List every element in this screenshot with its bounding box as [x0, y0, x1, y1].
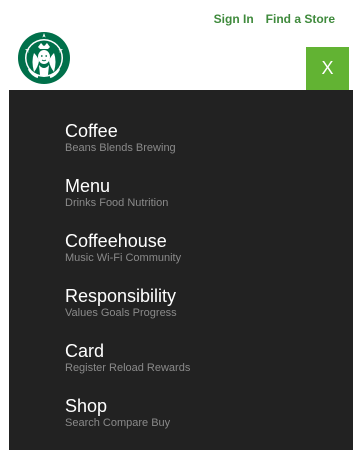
starbucks-siren-logo-icon[interactable]: [17, 31, 71, 85]
top-links: Sign In Find a Store: [214, 12, 335, 26]
menu-item-title: Coffeehouse: [65, 231, 167, 251]
menu-item-subtitle: Music Wi-Fi Community: [65, 252, 182, 264]
menu-item-title: Card: [65, 341, 105, 361]
menu-item-subtitle: Beans Blends Brewing: [65, 142, 176, 154]
menu-item-responsibility[interactable]: Responsibility Values Goals Progress: [65, 286, 190, 341]
close-button-label: X: [321, 58, 334, 78]
menu-item-subtitle: Drinks Food Nutrition: [65, 197, 169, 209]
nav-menu-list: Coffee Beans Blends Brewing Menu Drinks …: [65, 121, 190, 450]
menu-item-title: Shop: [65, 396, 108, 416]
menu-item-title: Coffee: [65, 121, 118, 141]
menu-item-title: Menu: [65, 176, 111, 196]
header: Sign In Find a Store X: [0, 0, 353, 90]
find-a-store-link[interactable]: Find a Store: [266, 12, 335, 26]
menu-item-coffeehouse[interactable]: Coffeehouse Music Wi-Fi Community: [65, 231, 190, 286]
menu-item-title: Responsibility: [65, 286, 177, 306]
nav-menu-panel: Coffee Beans Blends Brewing Menu Drinks …: [9, 90, 353, 450]
menu-item-shop[interactable]: Shop Search Compare Buy: [65, 396, 190, 450]
menu-item-subtitle: Values Goals Progress: [65, 307, 177, 319]
menu-item-subtitle: Register Reload Rewards: [65, 362, 191, 374]
page: Sign In Find a Store X Coffee Beans Blen…: [0, 0, 353, 450]
menu-item-coffee[interactable]: Coffee Beans Blends Brewing: [65, 121, 190, 176]
close-menu-button[interactable]: X: [306, 47, 349, 90]
menu-item-card[interactable]: Card Register Reload Rewards: [65, 341, 190, 396]
menu-item-subtitle: Search Compare Buy: [65, 417, 171, 429]
menu-item-menu[interactable]: Menu Drinks Food Nutrition: [65, 176, 190, 231]
sign-in-link[interactable]: Sign In: [214, 12, 254, 26]
